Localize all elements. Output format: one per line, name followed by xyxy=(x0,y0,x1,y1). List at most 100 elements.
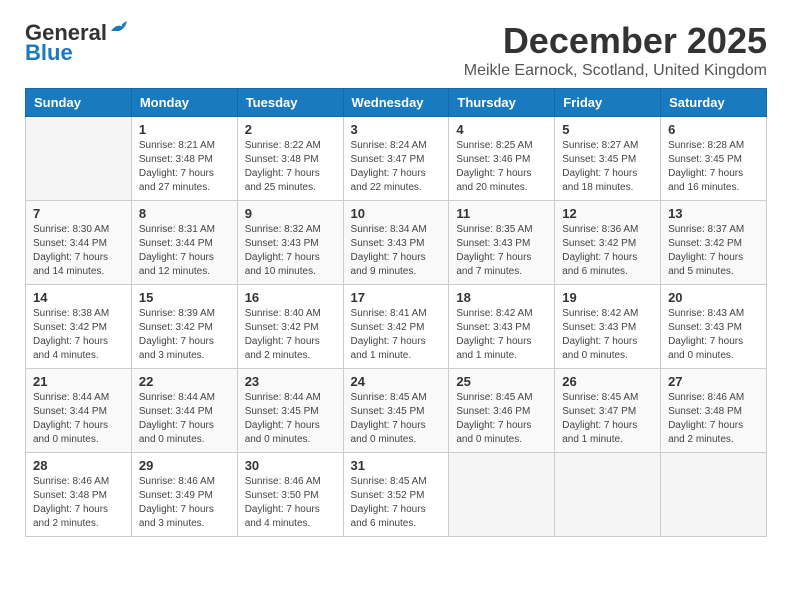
calendar-cell: 30 Sunrise: 8:46 AM Sunset: 3:50 PM Dayli… xyxy=(237,453,343,537)
day-info: Sunrise: 8:38 AM Sunset: 3:42 PM Dayligh… xyxy=(33,307,124,363)
calendar-cell: 18Sunrise: 8:42 AM Sunset: 3:43 PM Dayli… xyxy=(449,285,555,369)
day-info: Sunrise: 8:44 AM Sunset: 3:45 PM Dayligh… xyxy=(245,391,336,447)
calendar-cell: 8 Sunrise: 8:31 AM Sunset: 3:44 PM Daylig… xyxy=(131,201,237,285)
page-header: General Blue December 2025 Meikle Earnoc… xyxy=(25,20,767,80)
calendar-cell: 19Sunrise: 8:42 AM Sunset: 3:43 PM Dayli… xyxy=(555,285,661,369)
day-number: 22 xyxy=(139,374,230,389)
day-info: Sunrise: 8:42 AM Sunset: 3:43 PM Dayligh… xyxy=(562,307,653,363)
header-tuesday: Tuesday xyxy=(237,89,343,117)
day-info: Sunrise: 8:36 AM Sunset: 3:42 PM Dayligh… xyxy=(562,223,653,279)
calendar-cell: 26 Sunrise: 8:45 AM Sunset: 3:47 PM Dayli… xyxy=(555,369,661,453)
day-info: Sunrise: 8:45 AM Sunset: 3:46 PM Dayligh… xyxy=(456,391,547,447)
day-info: Sunrise: 8:39 AM Sunset: 3:42 PM Dayligh… xyxy=(139,307,230,363)
day-info: Sunrise: 8:46 AM Sunset: 3:49 PM Dayligh… xyxy=(139,475,230,531)
logo-blue: Blue xyxy=(25,40,73,66)
calendar-cell: 15 Sunrise: 8:39 AM Sunset: 3:42 PM Dayli… xyxy=(131,285,237,369)
calendar-cell: 10 Sunrise: 8:34 AM Sunset: 3:43 PM Dayli… xyxy=(343,201,449,285)
calendar-cell: 22 Sunrise: 8:44 AM Sunset: 3:44 PM Dayli… xyxy=(131,369,237,453)
day-number: 6 xyxy=(668,122,759,137)
title-section: December 2025 Meikle Earnock, Scotland, … xyxy=(464,20,767,80)
day-info: Sunrise: 8:44 AM Sunset: 3:44 PM Dayligh… xyxy=(139,391,230,447)
day-number: 7 xyxy=(33,206,124,221)
day-number: 9 xyxy=(245,206,336,221)
day-info: Sunrise: 8:46 AM Sunset: 3:50 PM Dayligh… xyxy=(245,475,336,531)
calendar-cell: 14 Sunrise: 8:38 AM Sunset: 3:42 PM Dayli… xyxy=(26,285,132,369)
day-number: 15 xyxy=(139,290,230,305)
day-number: 13 xyxy=(668,206,759,221)
day-info: Sunrise: 8:21 AM Sunset: 3:48 PM Dayligh… xyxy=(139,139,230,195)
day-info: Sunrise: 8:37 AM Sunset: 3:42 PM Dayligh… xyxy=(668,223,759,279)
day-number: 30 xyxy=(245,458,336,473)
calendar-cell xyxy=(555,453,661,537)
day-number: 11 xyxy=(456,206,547,221)
day-info: Sunrise: 8:45 AM Sunset: 3:52 PM Dayligh… xyxy=(351,475,442,531)
calendar-cell: 24 Sunrise: 8:45 AM Sunset: 3:45 PM Dayli… xyxy=(343,369,449,453)
day-info: Sunrise: 8:28 AM Sunset: 3:45 PM Dayligh… xyxy=(668,139,759,195)
logo: General Blue xyxy=(25,20,131,66)
day-info: Sunrise: 8:41 AM Sunset: 3:42 PM Dayligh… xyxy=(351,307,442,363)
calendar-cell: 25Sunrise: 8:45 AM Sunset: 3:46 PM Dayli… xyxy=(449,369,555,453)
day-info: Sunrise: 8:35 AM Sunset: 3:43 PM Dayligh… xyxy=(456,223,547,279)
calendar-cell xyxy=(26,117,132,201)
day-number: 10 xyxy=(351,206,442,221)
calendar-cell: 9 Sunrise: 8:32 AM Sunset: 3:43 PM Daylig… xyxy=(237,201,343,285)
calendar-cell: 31 Sunrise: 8:45 AM Sunset: 3:52 PM Dayli… xyxy=(343,453,449,537)
day-number: 28 xyxy=(33,458,124,473)
calendar-cell: 6 Sunrise: 8:28 AM Sunset: 3:45 PM Daylig… xyxy=(661,117,767,201)
calendar-cell: 28 Sunrise: 8:46 AM Sunset: 3:48 PM Dayli… xyxy=(26,453,132,537)
day-info: Sunrise: 8:34 AM Sunset: 3:43 PM Dayligh… xyxy=(351,223,442,279)
logo-bird-icon xyxy=(109,21,131,37)
calendar-cell xyxy=(449,453,555,537)
day-number: 8 xyxy=(139,206,230,221)
calendar-week-4: 21 Sunrise: 8:44 AM Sunset: 3:44 PM Dayli… xyxy=(26,369,767,453)
calendar-cell: 23 Sunrise: 8:44 AM Sunset: 3:45 PM Dayli… xyxy=(237,369,343,453)
day-info: Sunrise: 8:40 AM Sunset: 3:42 PM Dayligh… xyxy=(245,307,336,363)
day-info: Sunrise: 8:45 AM Sunset: 3:47 PM Dayligh… xyxy=(562,391,653,447)
header-wednesday: Wednesday xyxy=(343,89,449,117)
day-info: Sunrise: 8:31 AM Sunset: 3:44 PM Dayligh… xyxy=(139,223,230,279)
calendar-cell: 11 Sunrise: 8:35 AM Sunset: 3:43 PM Dayli… xyxy=(449,201,555,285)
calendar-cell: 13 Sunrise: 8:37 AM Sunset: 3:42 PM Dayli… xyxy=(661,201,767,285)
day-info: Sunrise: 8:24 AM Sunset: 3:47 PM Dayligh… xyxy=(351,139,442,195)
day-number: 31 xyxy=(351,458,442,473)
day-info: Sunrise: 8:45 AM Sunset: 3:45 PM Dayligh… xyxy=(351,391,442,447)
location-title: Meikle Earnock, Scotland, United Kingdom xyxy=(464,62,767,80)
day-number: 27 xyxy=(668,374,759,389)
day-info: Sunrise: 8:30 AM Sunset: 3:44 PM Dayligh… xyxy=(33,223,124,279)
day-number: 21 xyxy=(33,374,124,389)
header-saturday: Saturday xyxy=(661,89,767,117)
calendar-cell: 7 Sunrise: 8:30 AM Sunset: 3:44 PM Daylig… xyxy=(26,201,132,285)
day-number: 2 xyxy=(245,122,336,137)
day-info: Sunrise: 8:46 AM Sunset: 3:48 PM Dayligh… xyxy=(668,391,759,447)
calendar-table: SundayMondayTuesdayWednesdayThursdayFrid… xyxy=(25,88,767,537)
day-number: 3 xyxy=(351,122,442,137)
day-number: 17 xyxy=(351,290,442,305)
day-number: 14 xyxy=(33,290,124,305)
day-number: 26 xyxy=(562,374,653,389)
calendar-cell: 5Sunrise: 8:27 AM Sunset: 3:45 PM Daylig… xyxy=(555,117,661,201)
day-number: 29 xyxy=(139,458,230,473)
day-number: 16 xyxy=(245,290,336,305)
day-info: Sunrise: 8:43 AM Sunset: 3:43 PM Dayligh… xyxy=(668,307,759,363)
calendar-cell: 16 Sunrise: 8:40 AM Sunset: 3:42 PM Dayli… xyxy=(237,285,343,369)
day-number: 20 xyxy=(668,290,759,305)
calendar-cell: 21Sunrise: 8:44 AM Sunset: 3:44 PM Dayli… xyxy=(26,369,132,453)
calendar-cell: 17 Sunrise: 8:41 AM Sunset: 3:42 PM Dayli… xyxy=(343,285,449,369)
day-number: 1 xyxy=(139,122,230,137)
calendar-cell: 2Sunrise: 8:22 AM Sunset: 3:48 PM Daylig… xyxy=(237,117,343,201)
calendar-header-row: SundayMondayTuesdayWednesdayThursdayFrid… xyxy=(26,89,767,117)
calendar-week-2: 7 Sunrise: 8:30 AM Sunset: 3:44 PM Daylig… xyxy=(26,201,767,285)
day-info: Sunrise: 8:46 AM Sunset: 3:48 PM Dayligh… xyxy=(33,475,124,531)
header-monday: Monday xyxy=(131,89,237,117)
calendar-week-5: 28 Sunrise: 8:46 AM Sunset: 3:48 PM Dayli… xyxy=(26,453,767,537)
calendar-cell xyxy=(661,453,767,537)
day-info: Sunrise: 8:32 AM Sunset: 3:43 PM Dayligh… xyxy=(245,223,336,279)
day-number: 24 xyxy=(351,374,442,389)
calendar-cell: 27 Sunrise: 8:46 AM Sunset: 3:48 PM Dayli… xyxy=(661,369,767,453)
calendar-cell: 29 Sunrise: 8:46 AM Sunset: 3:49 PM Dayli… xyxy=(131,453,237,537)
calendar-cell: 1 Sunrise: 8:21 AM Sunset: 3:48 PM Daylig… xyxy=(131,117,237,201)
day-number: 23 xyxy=(245,374,336,389)
calendar-week-1: 1 Sunrise: 8:21 AM Sunset: 3:48 PM Daylig… xyxy=(26,117,767,201)
calendar-cell: 3 Sunrise: 8:24 AM Sunset: 3:47 PM Daylig… xyxy=(343,117,449,201)
header-sunday: Sunday xyxy=(26,89,132,117)
